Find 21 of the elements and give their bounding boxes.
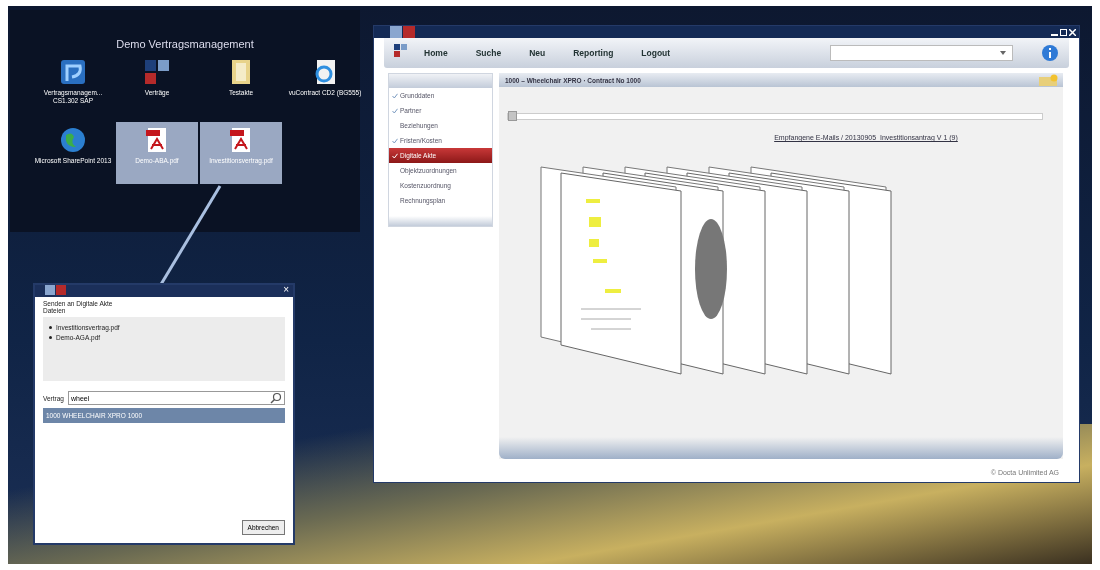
close-icon[interactable]	[1069, 29, 1076, 36]
bullet-icon	[49, 336, 52, 339]
search-field[interactable]	[830, 45, 1013, 61]
tiles-icon	[142, 57, 172, 87]
close-button[interactable]: ×	[283, 285, 289, 295]
maximize-icon[interactable]	[1060, 29, 1067, 36]
caret-icon	[1000, 51, 1006, 55]
search-icon	[270, 392, 282, 404]
nav-link[interactable]: Logout	[629, 48, 683, 58]
slider-thumb[interactable]	[508, 111, 517, 121]
nav-link[interactable]: Reporting	[561, 48, 626, 58]
bullet-icon	[49, 326, 52, 329]
nav-link[interactable]: Suche	[463, 48, 514, 58]
globe-icon	[58, 125, 88, 155]
nav-link[interactable]: Neu	[517, 48, 558, 58]
logo-icon	[390, 26, 416, 38]
nav-link[interactable]: Home	[412, 48, 460, 58]
group-title: Demo Vertragsmanagement	[115, 38, 255, 50]
app-icon	[58, 57, 88, 87]
info-icon[interactable]	[1041, 44, 1059, 62]
logo-icon	[45, 285, 67, 295]
